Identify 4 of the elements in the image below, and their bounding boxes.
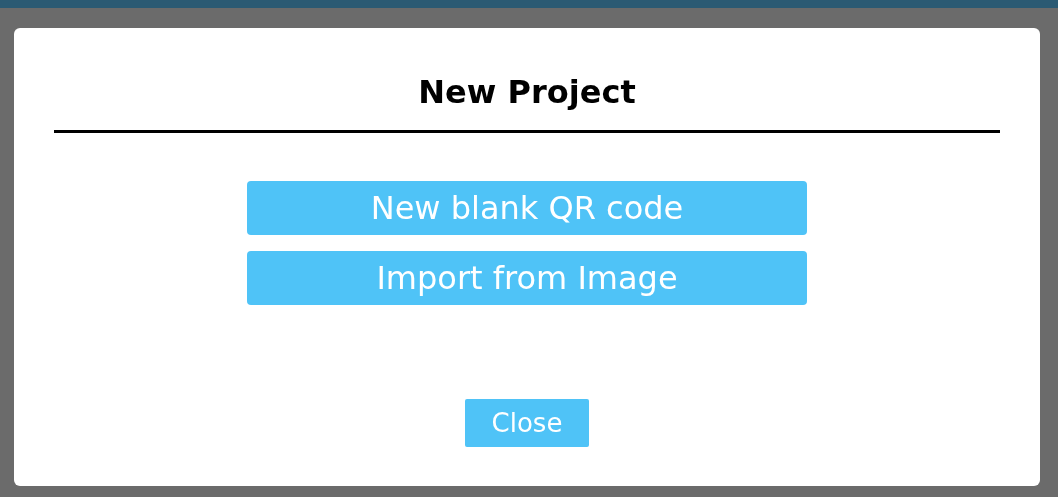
option-button[interactable]: Import from Image [247,251,807,305]
close-button[interactable]: Close [465,399,589,447]
dialog-title: New Project [418,72,636,113]
option-button[interactable]: New blank QR code [247,181,807,235]
